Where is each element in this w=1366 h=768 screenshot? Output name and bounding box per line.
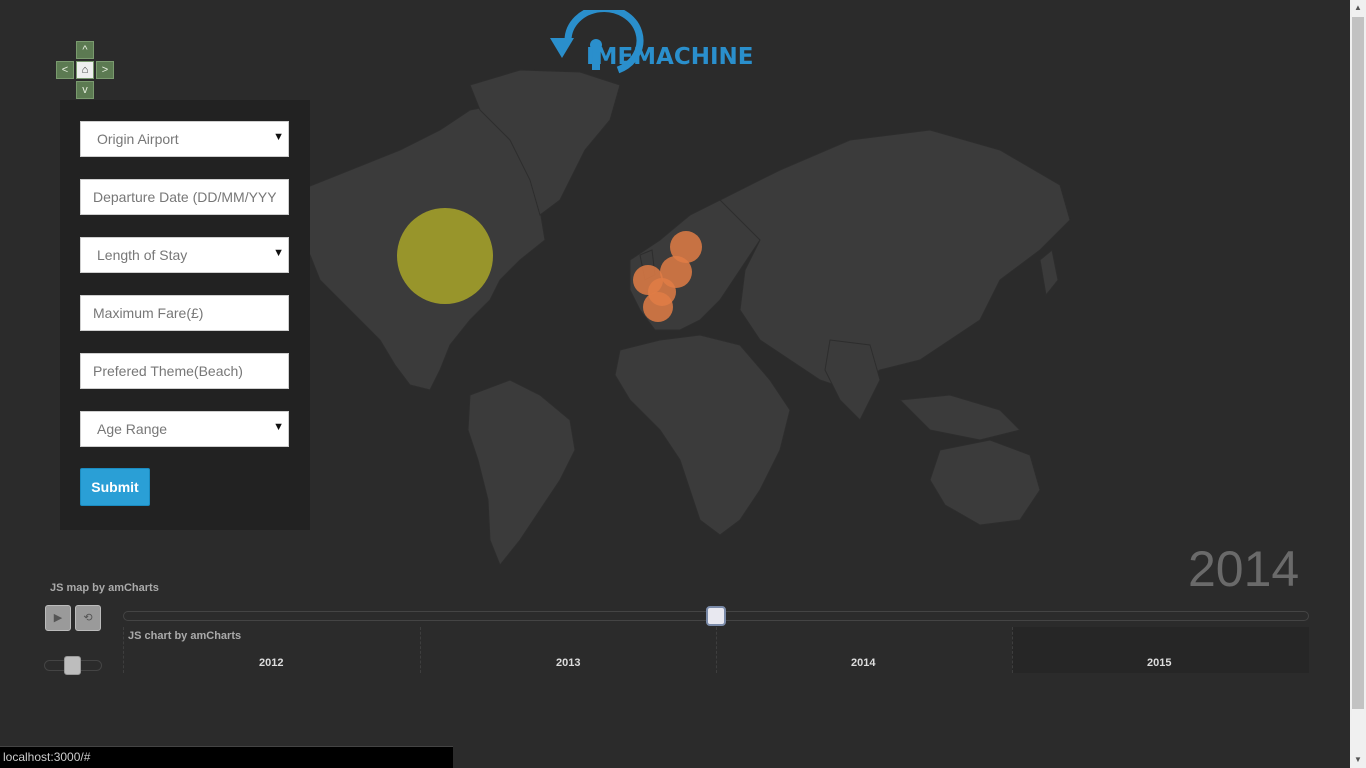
loop-icon[interactable]: ⟲: [75, 605, 101, 631]
submit-button[interactable]: Submit: [80, 468, 150, 506]
timeline-segment-2013[interactable]: 2013: [420, 627, 716, 673]
asia-shape: [719, 129, 1071, 391]
timeline-label: 2013: [556, 657, 581, 669]
scroll-up-icon[interactable]: ▲: [1350, 0, 1366, 16]
pan-up-button[interactable]: ^: [76, 41, 94, 59]
origin-airport-label: Origin Airport: [97, 131, 179, 147]
timeline-segment-2012[interactable]: 2012: [123, 627, 420, 673]
year-slider-handle[interactable]: [706, 606, 726, 626]
bubble-europe-5[interactable]: [643, 292, 673, 322]
chevron-down-icon: ▼: [273, 247, 284, 259]
timeline-segment-2015[interactable]: 2015: [1012, 627, 1309, 673]
age-range-select[interactable]: Age Range ▼: [80, 411, 289, 447]
speed-slider-handle[interactable]: [64, 656, 81, 675]
timeline-label: 2012: [259, 657, 284, 669]
chevron-down-icon: ▼: [273, 421, 284, 433]
timeline-label: 2015: [1147, 657, 1172, 669]
southeast-asia-shape: [898, 394, 1021, 441]
timeline-label: 2014: [851, 657, 876, 669]
india-shape: [824, 339, 881, 421]
scroll-down-icon[interactable]: ▼: [1350, 752, 1366, 768]
length-of-stay-select[interactable]: Length of Stay ▼: [80, 237, 289, 273]
pan-left-button[interactable]: <: [56, 61, 74, 79]
map-credit-link[interactable]: JS map by amCharts: [50, 582, 159, 594]
south-america-shape: [467, 379, 576, 566]
age-range-label: Age Range: [97, 421, 168, 437]
australia-shape: [929, 439, 1041, 526]
japan-shape: [1039, 249, 1059, 297]
chevron-down-icon: ▼: [273, 131, 284, 143]
timeline-segment-2014[interactable]: 2014: [716, 627, 1012, 673]
browser-status-bar: localhost:3000/#: [0, 746, 453, 768]
departure-date-field[interactable]: [80, 179, 289, 215]
maximum-fare-field[interactable]: [80, 295, 289, 331]
current-year-label: 2014: [1188, 541, 1300, 597]
africa-shape: [614, 334, 791, 536]
play-icon[interactable]: ▶: [45, 605, 71, 631]
pan-right-button[interactable]: >: [96, 61, 114, 79]
origin-airport-select[interactable]: Origin Airport ▼: [80, 121, 289, 157]
length-of-stay-label: Length of Stay: [97, 247, 188, 263]
home-icon[interactable]: ⌂: [76, 61, 94, 79]
preferred-theme-field[interactable]: [80, 353, 289, 389]
year-timeline[interactable]: 2012 2013 2014 2015: [123, 627, 1309, 673]
pan-down-button[interactable]: v: [76, 81, 94, 99]
scrollbar-thumb[interactable]: [1352, 17, 1364, 709]
logo-text: IMEMACHINE: [586, 44, 754, 70]
bubble-americas[interactable]: [397, 208, 493, 304]
